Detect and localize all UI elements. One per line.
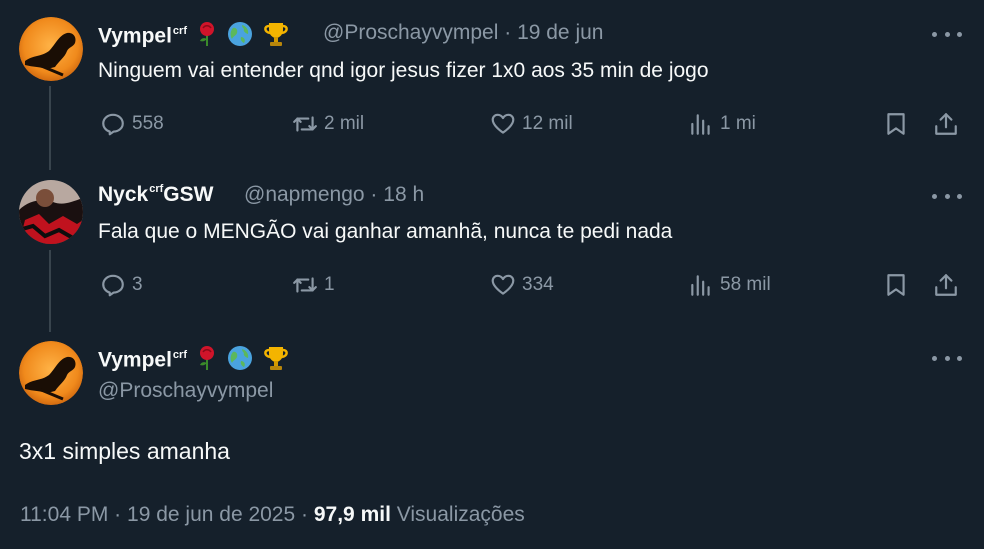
more-options-icon[interactable] bbox=[932, 24, 962, 44]
meta-separator: · bbox=[504, 21, 512, 44]
author-meta: @Proschayvympel · 19 de jun bbox=[323, 21, 603, 45]
trophy-icon bbox=[262, 20, 290, 54]
tweet-text: 3x1 simples amanha bbox=[19, 438, 230, 464]
author-name-sup: crf bbox=[172, 24, 187, 37]
author-name-suffix: GSW bbox=[163, 183, 214, 206]
author-handle[interactable]: @Proschayvympel bbox=[98, 379, 273, 403]
author-name-text: Vympel bbox=[98, 24, 172, 48]
more-options-icon[interactable] bbox=[932, 348, 962, 368]
avatar[interactable] bbox=[19, 341, 83, 405]
reply-count: 558 bbox=[132, 113, 164, 134]
bookmark-icon bbox=[887, 274, 905, 296]
author-meta: @napmengo · 18 h bbox=[244, 183, 424, 207]
globe-icon bbox=[227, 345, 253, 377]
tweet-time[interactable]: 11:04 PM bbox=[20, 503, 108, 526]
tweet-date[interactable]: 19 de jun bbox=[517, 21, 603, 44]
rose-icon bbox=[196, 21, 218, 53]
thread-line bbox=[49, 86, 51, 170]
author-name-sup: crf bbox=[172, 348, 187, 361]
avatar[interactable] bbox=[19, 17, 83, 81]
retweet-icon bbox=[293, 116, 317, 132]
analytics-icon bbox=[691, 114, 710, 135]
author-name-text: Nyck bbox=[98, 183, 149, 206]
author-handle[interactable]: @napmengo bbox=[244, 183, 365, 206]
like-button[interactable]: 12 mil bbox=[490, 111, 573, 137]
tweet-text: Ninguem vai entender qnd igor jesus fize… bbox=[98, 59, 709, 82]
avatar[interactable] bbox=[19, 180, 83, 244]
share-button[interactable] bbox=[933, 272, 959, 298]
meta-separator: · bbox=[301, 503, 309, 526]
like-count: 12 mil bbox=[522, 113, 573, 134]
author-name[interactable]: Vympelcrf bbox=[98, 20, 290, 54]
reply-button[interactable]: 3 bbox=[100, 272, 143, 298]
retweet-button[interactable]: 1 bbox=[292, 272, 335, 298]
meta-separator: · bbox=[370, 183, 378, 206]
bookmark-icon bbox=[887, 113, 905, 135]
trophy-icon bbox=[262, 344, 290, 378]
analytics-icon bbox=[691, 275, 710, 296]
tweet-full-date[interactable]: 19 de jun de 2025 bbox=[127, 503, 295, 526]
views-button[interactable]: 58 mil bbox=[688, 272, 771, 298]
reply-count: 3 bbox=[132, 274, 143, 295]
share-icon bbox=[935, 274, 957, 296]
reply-icon bbox=[102, 274, 124, 297]
author-name-text: Vympel bbox=[98, 348, 172, 372]
share-button[interactable] bbox=[933, 111, 959, 137]
bookmark-button[interactable] bbox=[883, 111, 909, 137]
meta-separator: · bbox=[114, 503, 122, 526]
reply-icon bbox=[102, 113, 124, 136]
author-handle[interactable]: @Proschayvympel bbox=[323, 21, 498, 44]
tweet-date[interactable]: 18 h bbox=[383, 183, 424, 206]
views-count: 1 mi bbox=[720, 113, 756, 134]
reply-button[interactable]: 558 bbox=[100, 111, 164, 137]
thread-line bbox=[49, 250, 51, 332]
more-options-icon[interactable] bbox=[932, 186, 962, 206]
retweet-count: 2 mil bbox=[324, 113, 365, 134]
rose-icon bbox=[196, 345, 218, 377]
like-button[interactable]: 334 bbox=[490, 272, 554, 298]
views-button[interactable]: 1 mi bbox=[688, 111, 756, 137]
tweet-footer: 11:04 PM · 19 de jun de 2025 · 97,9 mil … bbox=[20, 503, 525, 527]
views-total: 97,9 mil bbox=[313, 503, 391, 526]
retweet-icon bbox=[293, 277, 317, 293]
bookmark-button[interactable] bbox=[883, 272, 909, 298]
author-name[interactable]: Vympelcrf bbox=[98, 344, 290, 378]
retweet-count: 1 bbox=[324, 274, 335, 295]
author-name-sup: crf bbox=[149, 183, 164, 195]
globe-icon bbox=[227, 21, 253, 53]
retweet-button[interactable]: 2 mil bbox=[292, 111, 364, 137]
views-label: Visualizações bbox=[396, 503, 525, 526]
author-name[interactable]: NyckcrfGSW bbox=[98, 183, 213, 207]
tweet-text: Fala que o MENGÃO vai ganhar amanhã, nun… bbox=[98, 220, 673, 243]
heart-icon bbox=[491, 274, 515, 295]
share-icon bbox=[935, 113, 957, 135]
heart-icon bbox=[491, 113, 515, 134]
views-count: 58 mil bbox=[720, 274, 771, 295]
like-count: 334 bbox=[522, 274, 554, 295]
